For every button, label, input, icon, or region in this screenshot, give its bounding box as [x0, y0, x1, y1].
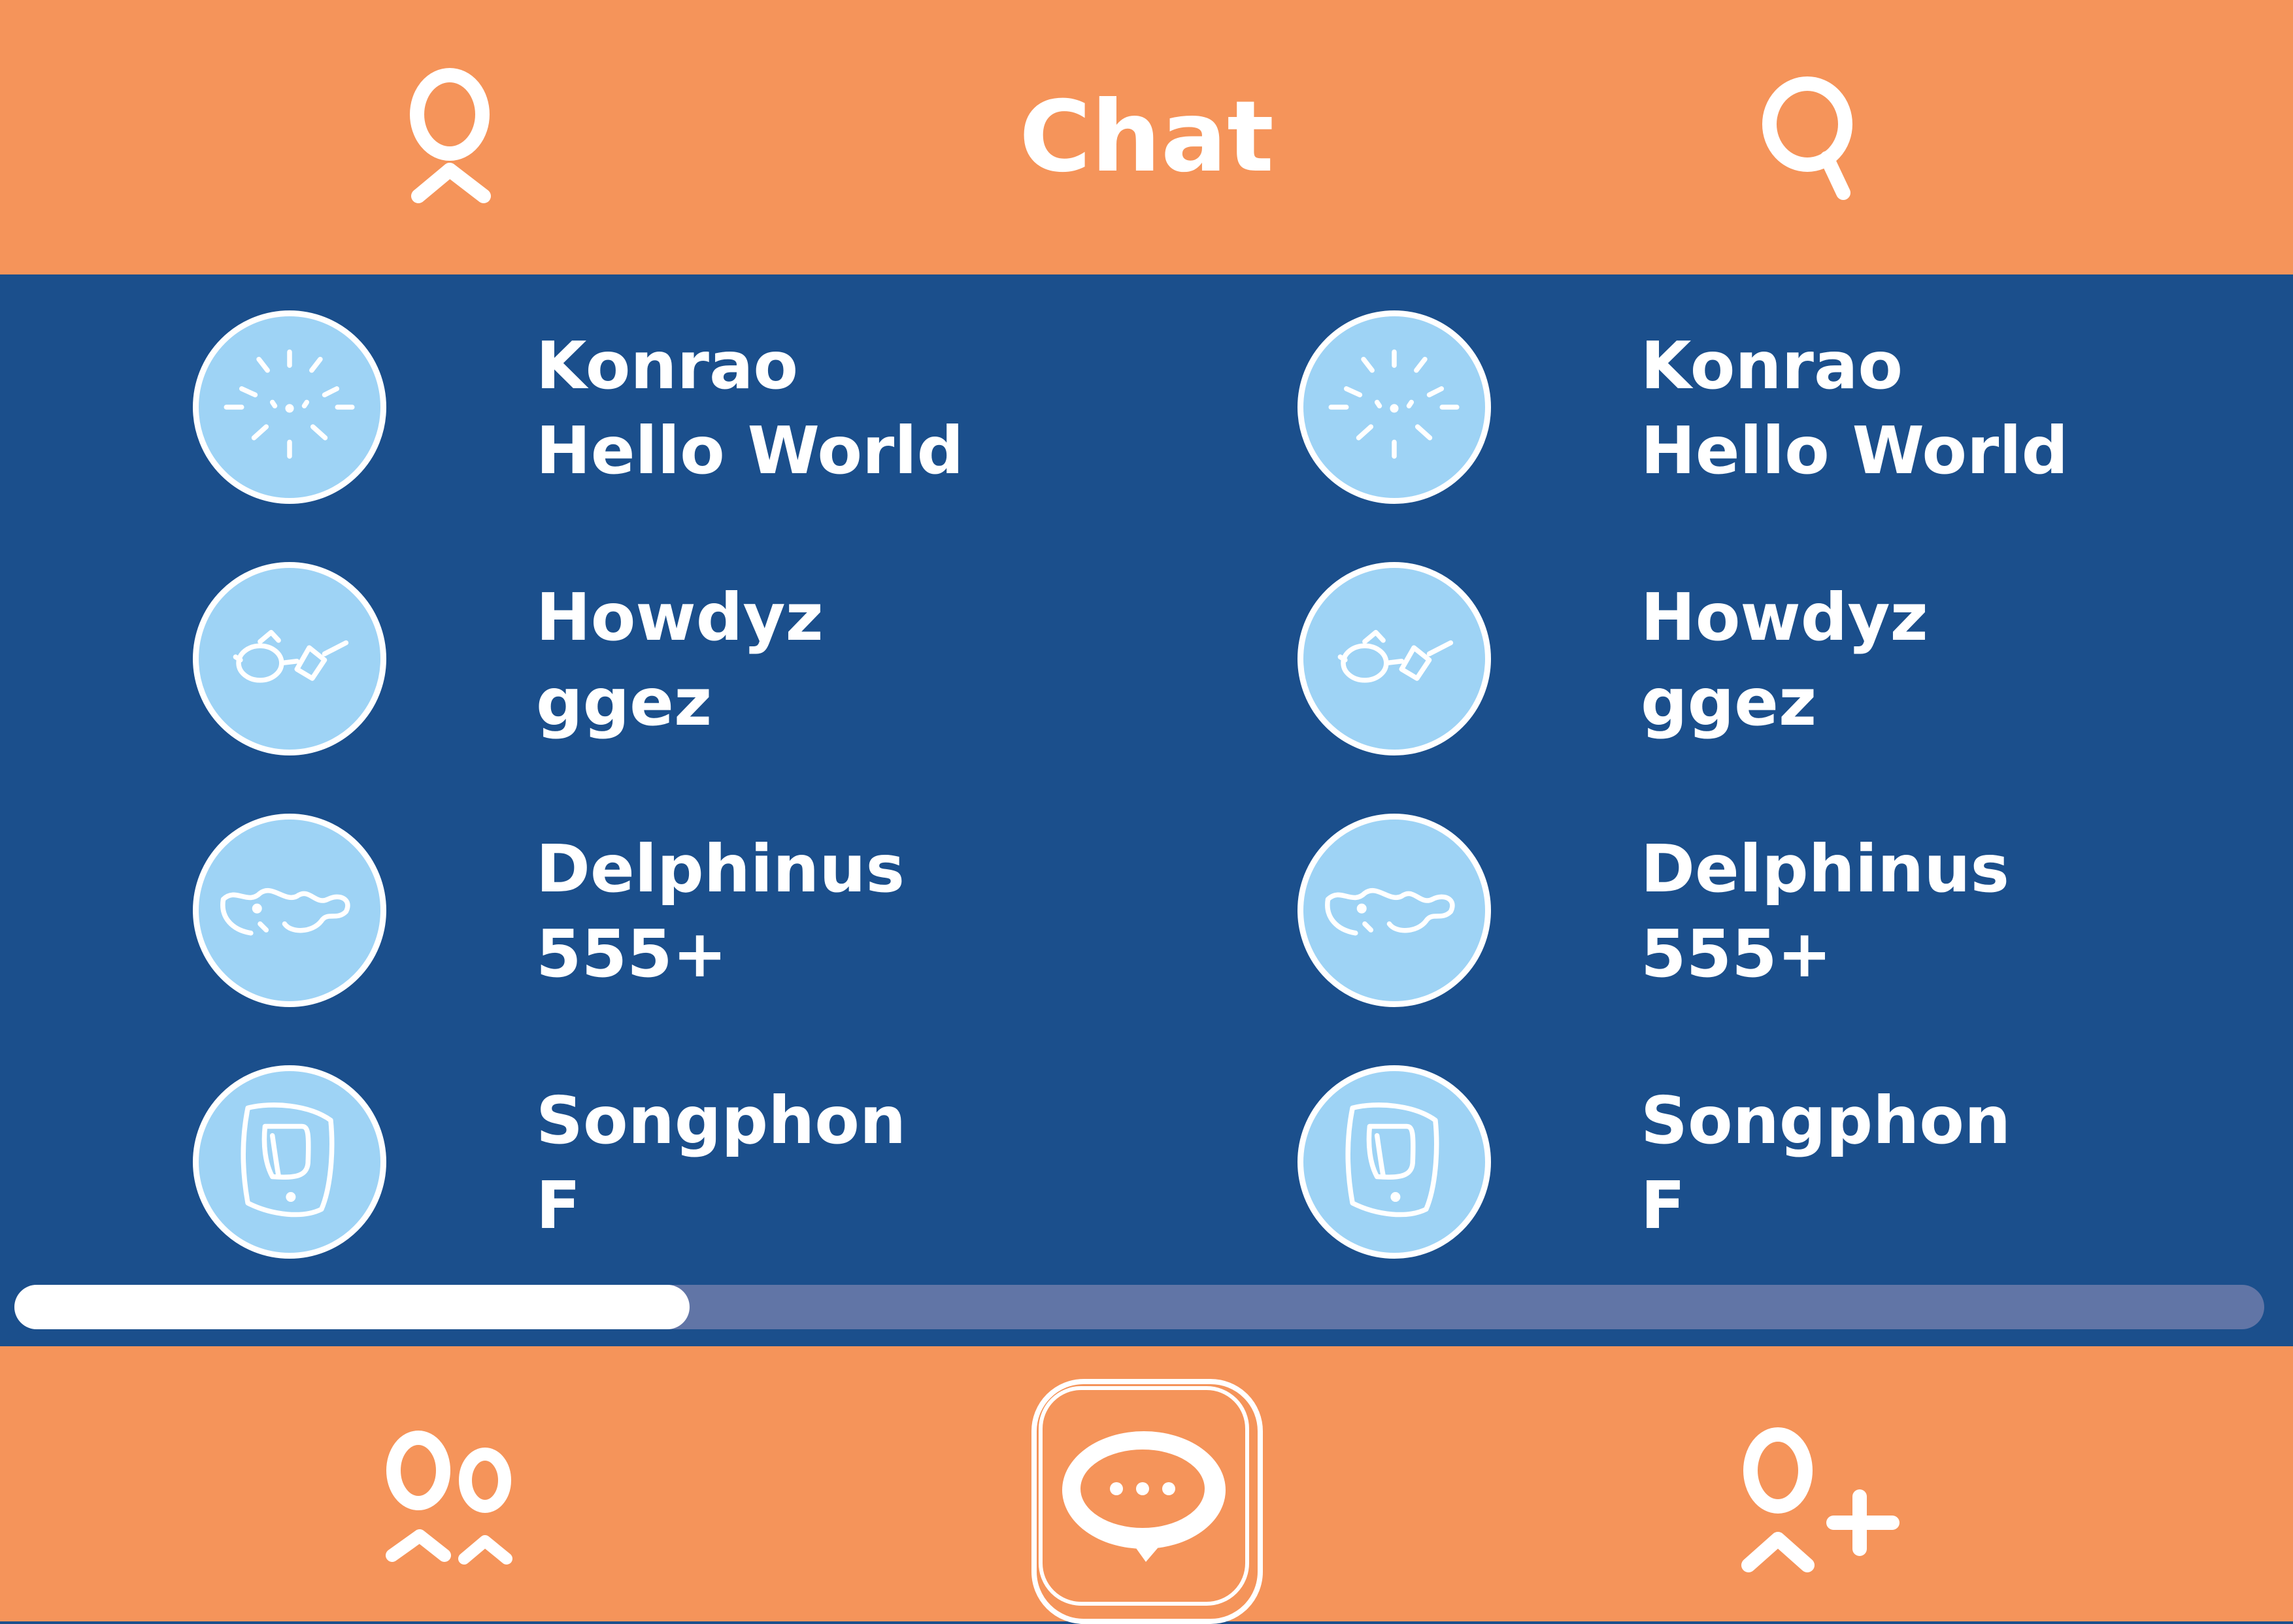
dolphin-avatar-icon — [193, 814, 386, 1007]
chat-message-preview: F — [1641, 1167, 1686, 1244]
chat-name: Delphinus — [536, 831, 905, 907]
bottom-nav — [0, 1346, 2293, 1624]
friends-icon[interactable] — [373, 1412, 523, 1595]
chat-name: Howdyz — [536, 579, 824, 655]
chat-item-delphinus[interactable]: Delphinus 555+ — [193, 801, 1239, 1023]
horizontal-scrollbar[interactable] — [14, 1285, 2264, 1329]
chat-name: Delphinus — [1641, 831, 2010, 907]
chat-message-preview: ggez — [1641, 664, 1817, 740]
chat-message-preview: 555+ — [536, 916, 728, 992]
chat-name: Konrao — [536, 327, 799, 404]
glasses-avatar-icon — [1297, 562, 1491, 755]
page-title: Chat — [1019, 80, 1274, 194]
chat-item-howdyz[interactable]: Howdyz ggez — [193, 549, 1239, 771]
chat-item-songphon[interactable]: Songphon F — [1297, 1052, 2293, 1274]
sun-avatar-icon — [1297, 310, 1491, 504]
sun-avatar-icon — [193, 310, 386, 504]
chat-name: Songphon — [1641, 1082, 2011, 1159]
chat-item-howdyz[interactable]: Howdyz ggez — [1297, 549, 2293, 771]
phone-avatar-icon — [193, 1065, 386, 1259]
chat-message-preview: ggez — [536, 664, 712, 740]
chat-name: Songphon — [536, 1082, 907, 1159]
dolphin-avatar-icon — [1297, 814, 1491, 1007]
profile-icon[interactable] — [392, 65, 510, 216]
chat-message-preview: 555+ — [1641, 916, 1832, 992]
chat-message-preview: F — [536, 1167, 581, 1244]
glasses-avatar-icon — [193, 562, 386, 755]
chat-item-konrao[interactable]: Konrao Hello World — [1297, 297, 2293, 520]
chat-item-delphinus[interactable]: Delphinus 555+ — [1297, 801, 2293, 1023]
top-bar: Chat — [0, 0, 2293, 274]
chat-name: Konrao — [1641, 327, 1903, 404]
search-icon[interactable] — [1752, 72, 1869, 203]
chat-bubble-icon — [1039, 1386, 1249, 1606]
phone-avatar-icon — [1297, 1065, 1491, 1259]
chat-tab-button[interactable] — [1031, 1379, 1263, 1624]
add-friend-icon[interactable] — [1732, 1418, 1909, 1588]
chat-item-konrao[interactable]: Konrao Hello World — [193, 297, 1239, 520]
chat-message-preview: Hello World — [1641, 412, 2069, 489]
chat-message-preview: Hello World — [536, 412, 964, 489]
scrollbar-thumb[interactable] — [14, 1285, 690, 1329]
chat-name: Howdyz — [1641, 579, 1928, 655]
chat-item-songphon[interactable]: Songphon F — [193, 1052, 1239, 1274]
chat-list: Konrao Hello World Howdyz ggez Delphinus… — [0, 274, 2293, 1346]
